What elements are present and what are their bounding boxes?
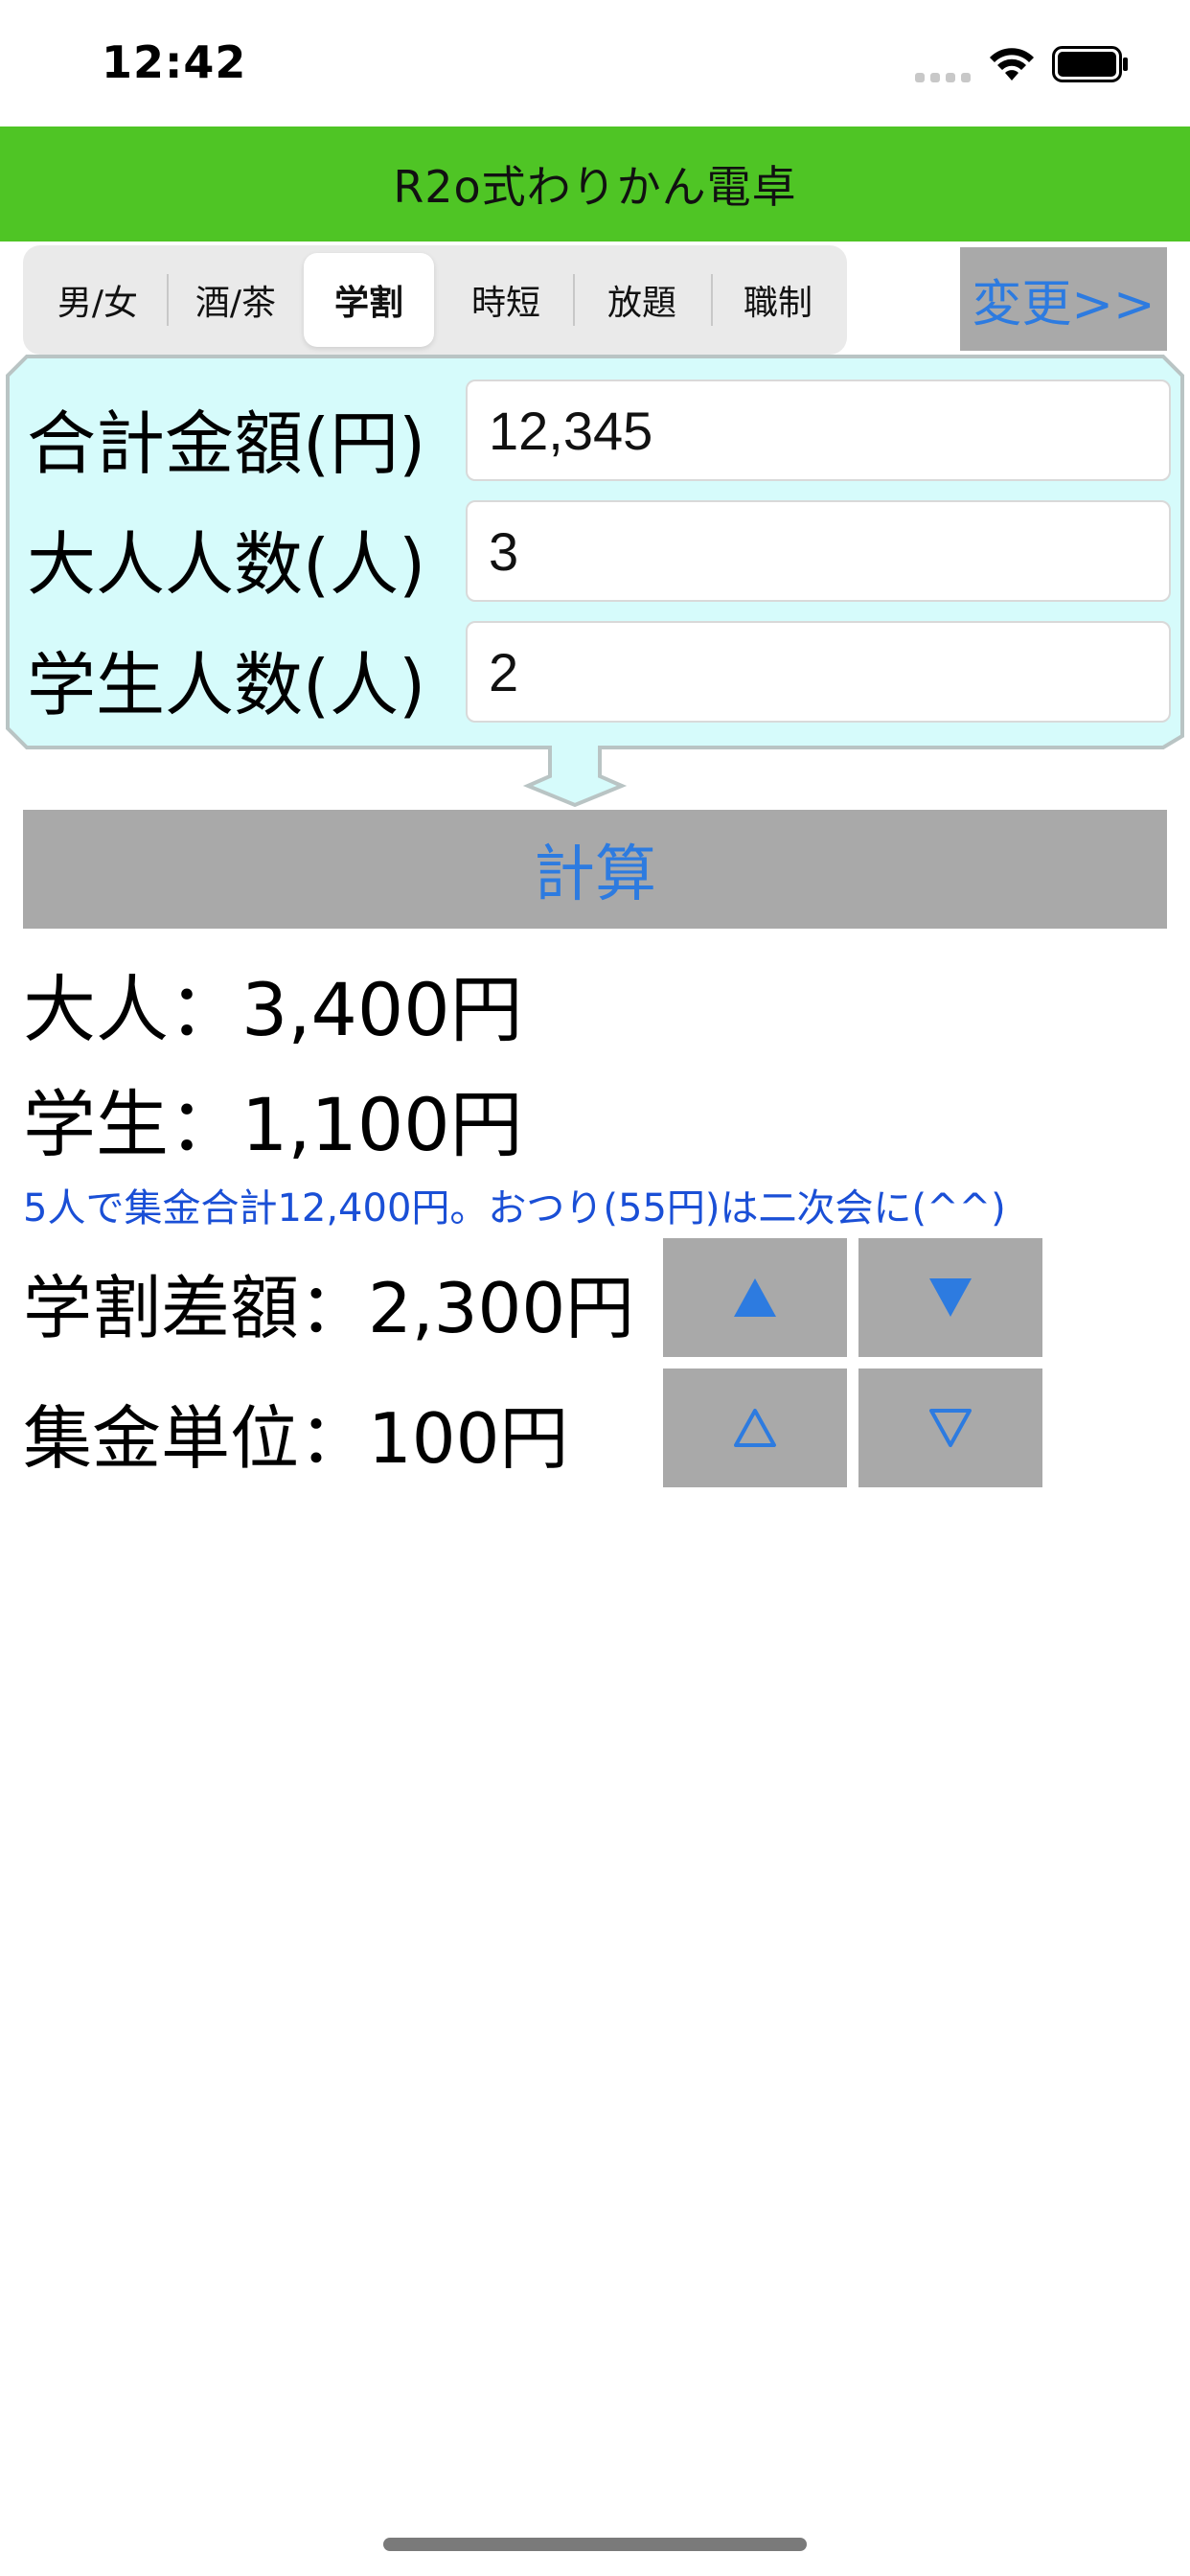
discount-increase-button[interactable] <box>663 1238 847 1357</box>
segment-divider <box>167 274 169 326</box>
battery-icon <box>1052 46 1128 82</box>
student-discount-difference: 学割差額：2,300円 <box>23 1268 635 1348</box>
total-amount-label: 合計金額(円) <box>27 403 426 484</box>
wifi-icon <box>990 48 1034 80</box>
total-amount-input[interactable]: 12,345 <box>466 380 1171 481</box>
tab-job-rank[interactable]: 職制 <box>713 253 843 347</box>
unit-increase-button[interactable] <box>663 1368 847 1487</box>
adult-amount-result: 大人：3,400円 <box>23 967 523 1052</box>
tab-all-you-can[interactable]: 放題 <box>577 253 707 347</box>
input-panel: 合計金額(円) 12,345 大人人数(人) 3 学生人数(人) 2 <box>6 355 1184 810</box>
app-title-bar: R2o式わりかん電卓 <box>0 126 1190 242</box>
collection-unit: 集金単位：100円 <box>23 1398 569 1479</box>
student-count-input[interactable]: 2 <box>466 621 1171 723</box>
filled-up-triangle-icon <box>734 1278 776 1317</box>
segment-divider <box>573 274 575 326</box>
discount-decrease-button[interactable] <box>858 1238 1042 1357</box>
student-count-label: 学生人数(人) <box>27 645 426 725</box>
collection-note: 5人で集金合計12,400円。おつり(55円)は二次会に(^^) <box>23 1186 1006 1230</box>
tab-student-discount[interactable]: 学割 <box>304 253 434 347</box>
calculate-button[interactable]: 計算 <box>23 810 1167 929</box>
student-amount-result: 学生：1,100円 <box>23 1082 523 1167</box>
outline-down-triangle-icon <box>929 1409 972 1447</box>
tab-drink[interactable]: 酒/茶 <box>171 253 301 347</box>
app-title: R2o式わりかん電卓 <box>393 161 797 213</box>
status-time: 12:42 <box>102 36 247 88</box>
change-button[interactable]: 変更>> <box>960 247 1167 351</box>
tab-short-time[interactable]: 時短 <box>441 253 571 347</box>
status-bar: 12:42 <box>0 0 1190 126</box>
tab-gender[interactable]: 男/女 <box>33 253 163 347</box>
adult-count-label: 大人人数(人) <box>27 524 426 605</box>
outline-up-triangle-icon <box>734 1409 776 1447</box>
unit-decrease-button[interactable] <box>858 1368 1042 1487</box>
mode-segmented-control: 男/女 酒/茶 学割 時短 放題 職制 <box>23 245 847 355</box>
cellular-signal-icon <box>915 73 971 82</box>
home-indicator[interactable] <box>383 2538 807 2551</box>
adult-count-input[interactable]: 3 <box>466 500 1171 602</box>
filled-down-triangle-icon <box>929 1278 972 1317</box>
